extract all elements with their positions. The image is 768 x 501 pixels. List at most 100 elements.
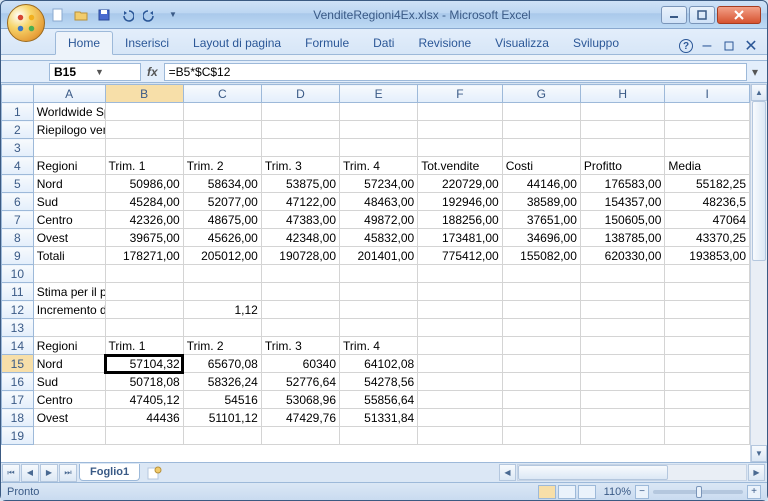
row-header[interactable]: 16 bbox=[2, 373, 34, 391]
cell[interactable]: 54516 bbox=[183, 391, 261, 409]
column-header[interactable]: D bbox=[261, 85, 339, 103]
doc-minimize-icon[interactable]: – bbox=[699, 38, 715, 54]
formula-expand-icon[interactable]: ▾ bbox=[747, 65, 763, 79]
row-header[interactable]: 9 bbox=[2, 247, 34, 265]
cell[interactable]: 48675,00 bbox=[183, 211, 261, 229]
name-box[interactable]: B15 ▼ bbox=[49, 63, 141, 81]
cell[interactable] bbox=[502, 391, 580, 409]
cell[interactable] bbox=[580, 391, 665, 409]
cell[interactable] bbox=[261, 301, 339, 319]
cell[interactable] bbox=[105, 427, 183, 445]
cell[interactable] bbox=[340, 283, 418, 301]
cell[interactable]: 47122,00 bbox=[261, 193, 339, 211]
cell[interactable]: 55182,25 bbox=[665, 175, 750, 193]
column-header[interactable]: B bbox=[105, 85, 183, 103]
cell[interactable] bbox=[33, 427, 105, 445]
cell[interactable]: 44146,00 bbox=[502, 175, 580, 193]
cell[interactable]: 34696,00 bbox=[502, 229, 580, 247]
help-icon[interactable]: ? bbox=[679, 39, 693, 53]
row-header[interactable]: 3 bbox=[2, 139, 34, 157]
cell[interactable]: Trim. 1 bbox=[105, 157, 183, 175]
cell[interactable] bbox=[105, 283, 183, 301]
cell[interactable] bbox=[580, 373, 665, 391]
cell[interactable] bbox=[261, 121, 339, 139]
cell[interactable] bbox=[105, 319, 183, 337]
cell[interactable]: Centro bbox=[33, 211, 105, 229]
view-layout-icon[interactable] bbox=[558, 485, 576, 499]
cell[interactable]: 49872,00 bbox=[340, 211, 418, 229]
select-all-corner[interactable] bbox=[2, 85, 34, 103]
cell[interactable] bbox=[665, 427, 750, 445]
cell[interactable] bbox=[418, 319, 503, 337]
column-header[interactable]: C bbox=[183, 85, 261, 103]
cell[interactable] bbox=[340, 301, 418, 319]
cell[interactable] bbox=[665, 409, 750, 427]
cell[interactable]: 178271,00 bbox=[105, 247, 183, 265]
cell[interactable]: 1,12 bbox=[183, 301, 261, 319]
cell[interactable]: Profitto bbox=[580, 157, 665, 175]
vertical-scrollbar[interactable]: ▲ ▼ bbox=[750, 84, 767, 462]
formula-input[interactable]: =B5*$C$12 bbox=[164, 63, 747, 81]
cell[interactable] bbox=[261, 283, 339, 301]
cell[interactable] bbox=[261, 265, 339, 283]
cell[interactable]: Ovest bbox=[33, 229, 105, 247]
cell[interactable] bbox=[418, 283, 503, 301]
tab-revisione[interactable]: Revisione bbox=[406, 32, 483, 54]
doc-close-icon[interactable]: ✕ bbox=[743, 38, 759, 54]
cell[interactable] bbox=[580, 139, 665, 157]
cell[interactable]: Trim. 3 bbox=[261, 337, 339, 355]
cell[interactable]: 620330,00 bbox=[580, 247, 665, 265]
cell[interactable]: Ovest bbox=[33, 409, 105, 427]
cell[interactable] bbox=[418, 409, 503, 427]
cell[interactable]: 155082,00 bbox=[502, 247, 580, 265]
row-header[interactable]: 1 bbox=[2, 103, 34, 121]
cell[interactable]: 45626,00 bbox=[183, 229, 261, 247]
cell[interactable]: Trim. 3 bbox=[261, 157, 339, 175]
cell[interactable] bbox=[340, 121, 418, 139]
cell[interactable] bbox=[665, 355, 750, 373]
cell[interactable]: Media bbox=[665, 157, 750, 175]
view-pagebreak-icon[interactable] bbox=[578, 485, 596, 499]
cell[interactable] bbox=[580, 103, 665, 121]
cell[interactable]: Sud bbox=[33, 373, 105, 391]
minimize-button[interactable] bbox=[661, 6, 687, 24]
cell[interactable] bbox=[580, 283, 665, 301]
cell[interactable]: 38589,00 bbox=[502, 193, 580, 211]
redo-icon[interactable] bbox=[140, 5, 160, 25]
cell[interactable] bbox=[183, 319, 261, 337]
cell[interactable] bbox=[33, 265, 105, 283]
cell[interactable] bbox=[502, 427, 580, 445]
maximize-button[interactable] bbox=[689, 6, 715, 24]
spreadsheet-grid[interactable]: ABCDEFGHI1Worldwide Sporting Goods2Riepi… bbox=[1, 84, 750, 445]
cell[interactable]: 154357,00 bbox=[580, 193, 665, 211]
cell[interactable]: 47429,76 bbox=[261, 409, 339, 427]
cell[interactable]: 173481,00 bbox=[418, 229, 503, 247]
cell[interactable] bbox=[502, 265, 580, 283]
save-icon[interactable] bbox=[94, 5, 114, 25]
cell[interactable]: Trim. 2 bbox=[183, 157, 261, 175]
row-header[interactable]: 10 bbox=[2, 265, 34, 283]
row-header[interactable]: 13 bbox=[2, 319, 34, 337]
cell[interactable] bbox=[33, 139, 105, 157]
cell[interactable] bbox=[665, 265, 750, 283]
cell[interactable]: Tot.vendite bbox=[418, 157, 503, 175]
zoom-slider[interactable] bbox=[653, 490, 743, 494]
cell[interactable]: 50986,00 bbox=[105, 175, 183, 193]
cell[interactable]: Trim. 2 bbox=[183, 337, 261, 355]
cell[interactable] bbox=[340, 103, 418, 121]
cell[interactable]: 42348,00 bbox=[261, 229, 339, 247]
cell[interactable] bbox=[105, 121, 183, 139]
cell[interactable]: Trim. 4 bbox=[340, 157, 418, 175]
cell[interactable]: 52077,00 bbox=[183, 193, 261, 211]
cell[interactable]: 193853,00 bbox=[665, 247, 750, 265]
column-header[interactable]: I bbox=[665, 85, 750, 103]
cell[interactable]: 48463,00 bbox=[340, 193, 418, 211]
cell[interactable]: Nord bbox=[33, 175, 105, 193]
cell[interactable] bbox=[502, 319, 580, 337]
cell[interactable] bbox=[418, 373, 503, 391]
scroll-left-icon[interactable]: ◀ bbox=[499, 464, 516, 481]
cell[interactable] bbox=[418, 121, 503, 139]
tab-formule[interactable]: Formule bbox=[293, 32, 361, 54]
scroll-down-icon[interactable]: ▼ bbox=[751, 445, 767, 462]
cell[interactable]: 190728,00 bbox=[261, 247, 339, 265]
